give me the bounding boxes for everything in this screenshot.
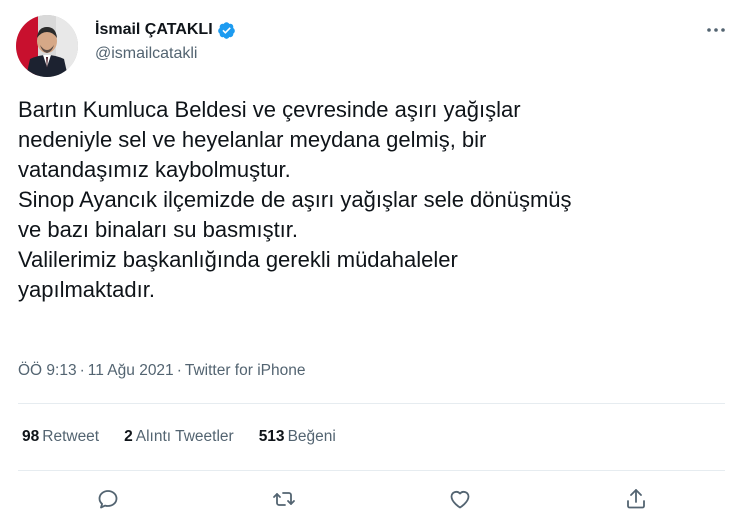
tweet-text: Bartın Kumluca Beldesi ve çevresinde aşı… (18, 95, 718, 305)
avatar[interactable] (16, 15, 78, 77)
meta-separator: · (176, 362, 182, 379)
quote-label: Alıntı Tweetler (135, 428, 234, 445)
tweet-text-line: yapılmaktadır. (18, 277, 155, 302)
tweet-time[interactable]: ÖÖ 9:13 (18, 362, 77, 379)
like-label: Beğeni (287, 428, 336, 445)
like-count-stat[interactable]: 513 Beğeni (259, 428, 336, 446)
meta-separator: · (79, 362, 85, 379)
avatar-image (16, 15, 78, 77)
tweet-date[interactable]: 11 Ağu 2021 (88, 362, 174, 379)
tweet-source[interactable]: Twitter for iPhone (185, 362, 306, 379)
like-count: 513 (258, 428, 285, 445)
author-display-name[interactable]: İsmail ÇATAKLI (95, 21, 213, 39)
retweet-label: Retweet (42, 428, 100, 445)
more-options-icon[interactable] (703, 20, 729, 40)
tweet-text-line: ve bazı binaları su basmıştır. (18, 217, 299, 242)
quote-count-stat[interactable]: 2 Alıntı Tweetler (124, 428, 234, 446)
verified-badge-icon (217, 21, 236, 40)
like-icon[interactable] (446, 485, 474, 513)
share-icon[interactable] (622, 485, 650, 513)
tweet-meta: ÖÖ 9:13 · 11 Ağu 2021 · Twitter for iPhone (18, 362, 305, 380)
tweet-stats: 98 Retweet 2 Alıntı Tweetler 513 Beğeni (22, 428, 361, 446)
divider (18, 403, 725, 404)
tweet-text-line: Sinop Ayancık ilçemizde de aşırı yağışla… (18, 187, 572, 212)
tweet-text-line: vatandaşımız kaybolmuştur. (18, 157, 291, 182)
retweet-count: 98 (22, 428, 40, 445)
tweet-text-line: Bartın Kumluca Beldesi ve çevresinde aşı… (18, 97, 521, 122)
tweet-text-line: nedeniyle sel ve heyelanlar meydana gelm… (18, 127, 487, 152)
reply-icon[interactable] (94, 485, 122, 513)
retweet-icon[interactable] (270, 485, 298, 513)
author-name-row: İsmail ÇATAKLI (95, 19, 236, 41)
tweet-actions (0, 485, 743, 515)
divider (18, 470, 725, 471)
tweet-text-line: Valilerimiz başkanlığında gerekli müdaha… (18, 247, 458, 272)
author-handle[interactable]: @ismailcatakli (95, 45, 197, 63)
quote-count: 2 (124, 428, 133, 445)
retweet-count-stat[interactable]: 98 Retweet (22, 428, 99, 446)
tweet-card: İsmail ÇATAKLI @ismailcatakli Bartın Kum… (0, 0, 743, 526)
